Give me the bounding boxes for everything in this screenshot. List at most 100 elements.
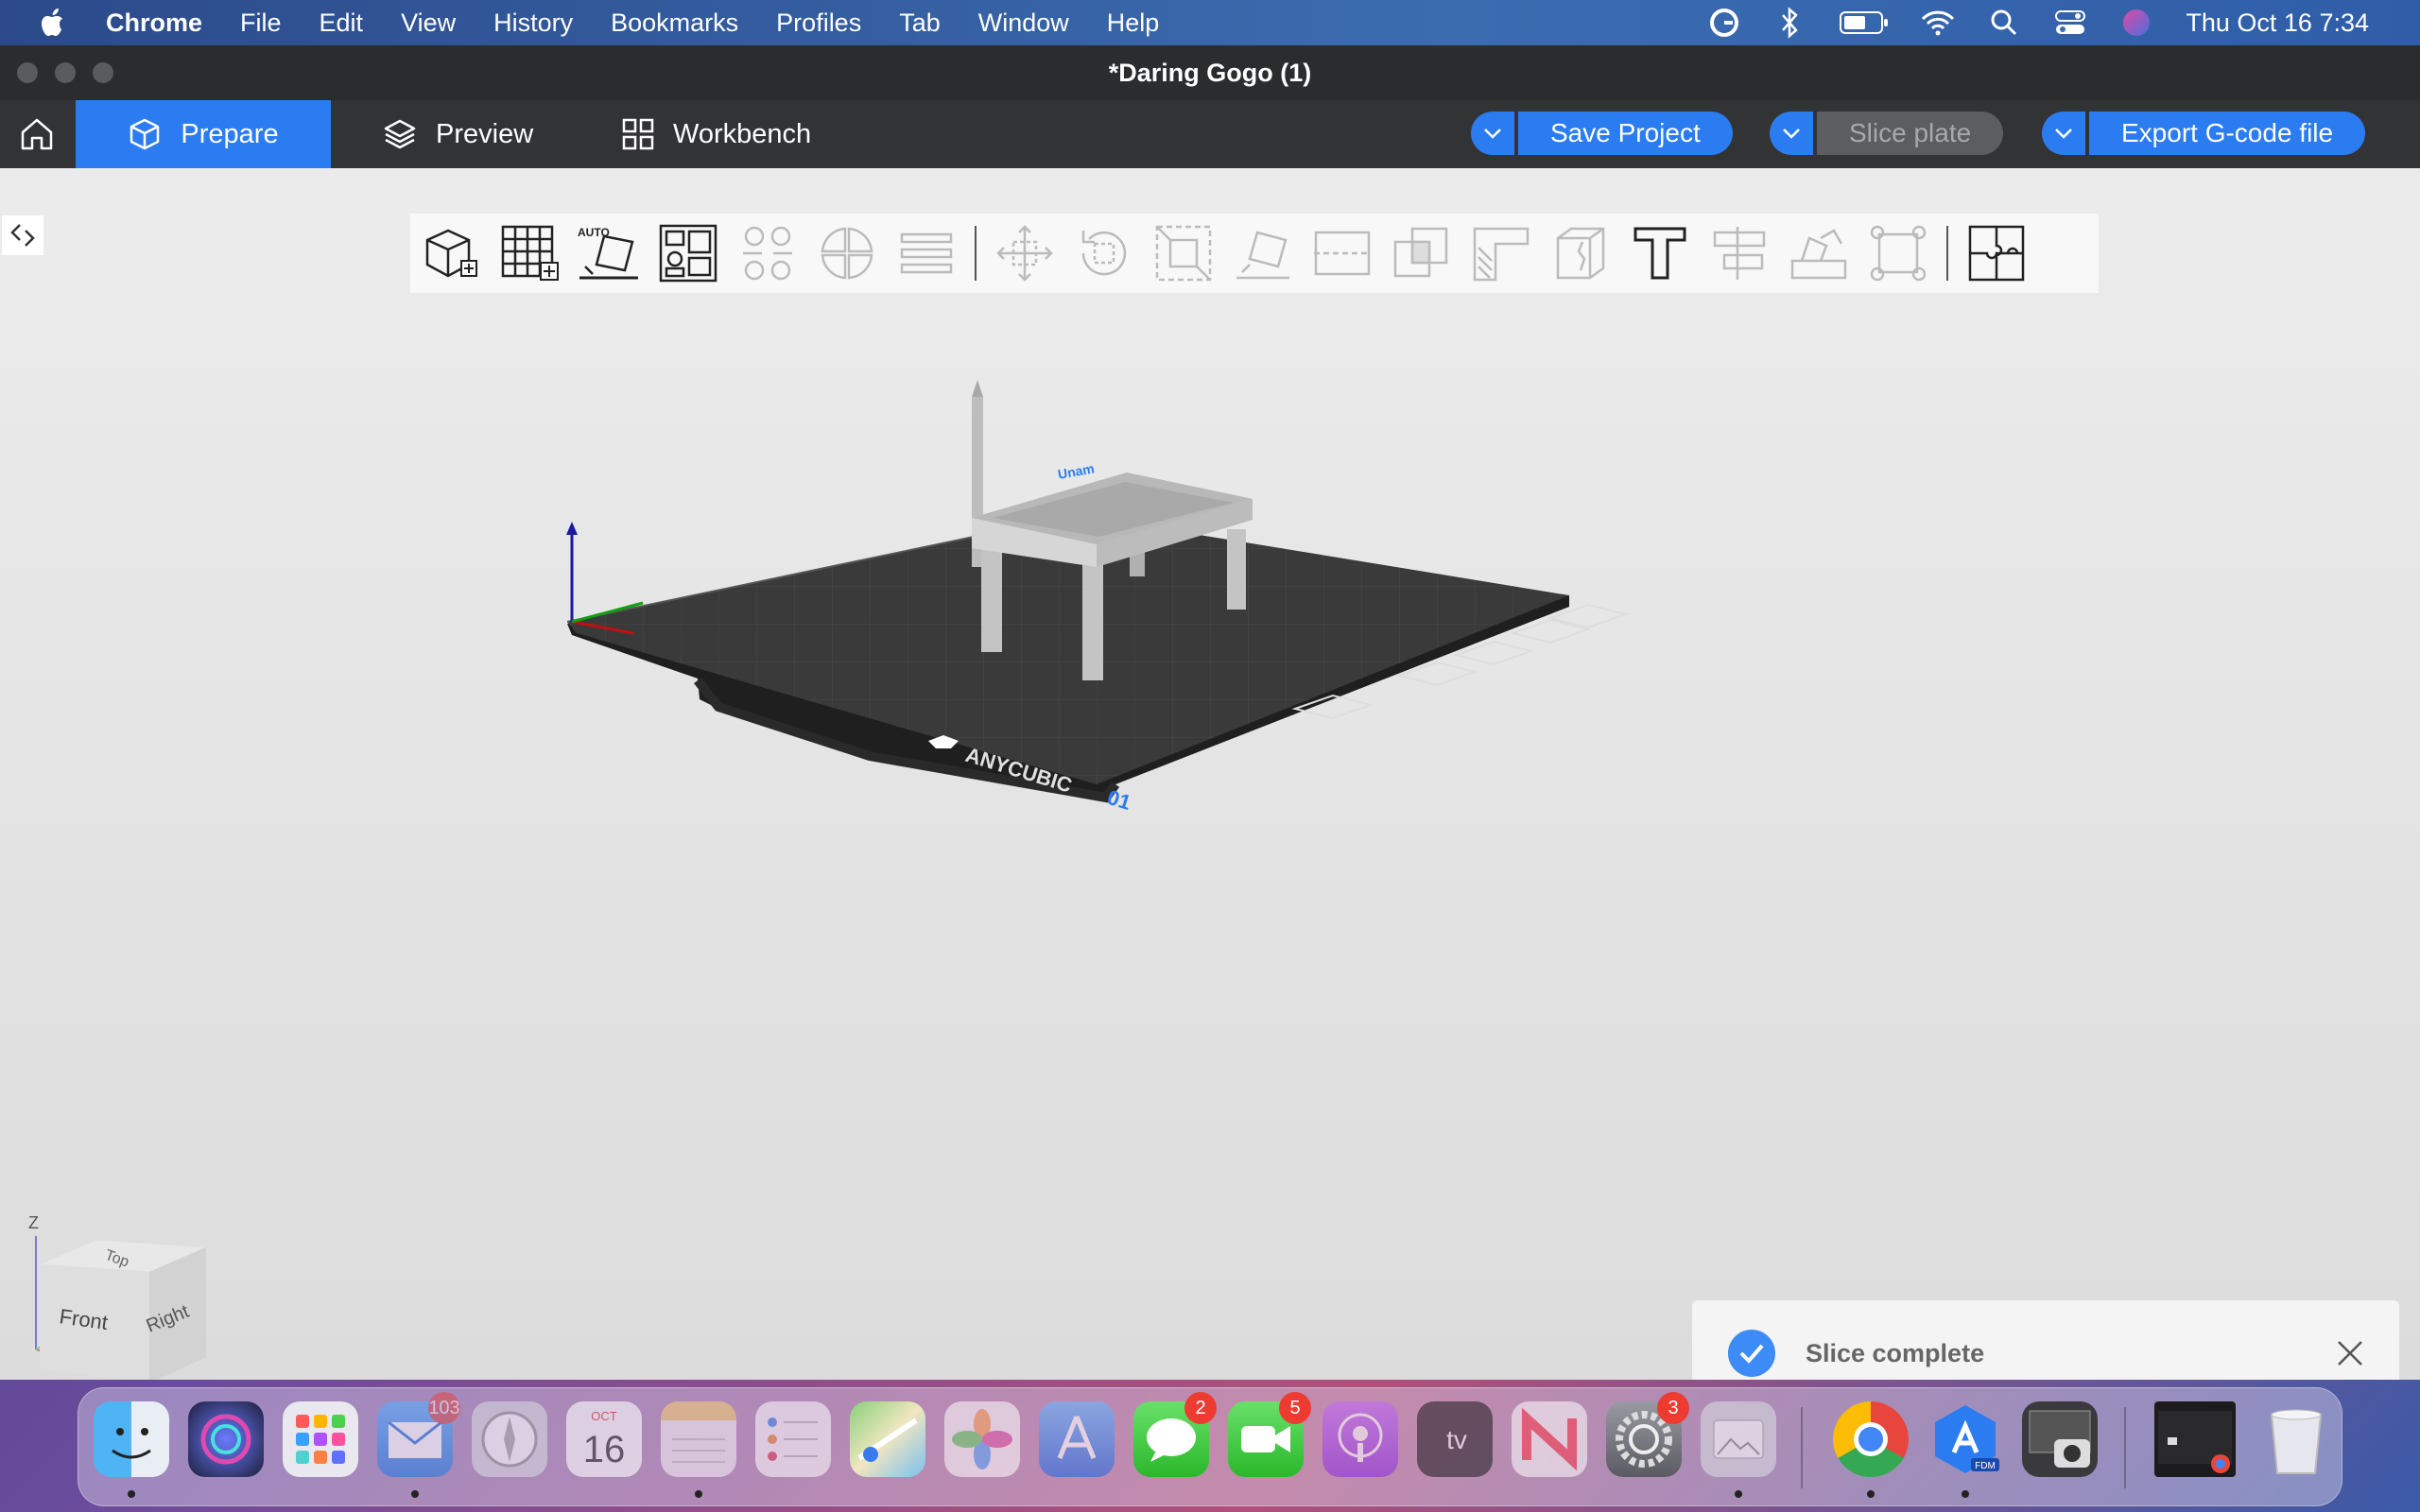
dock-facetime[interactable]: 5	[1228, 1392, 1311, 1477]
dock-tv[interactable]: tv	[1417, 1401, 1493, 1477]
window-thumbnail-icon	[2158, 1411, 2232, 1473]
dock-notes[interactable]	[661, 1401, 736, 1477]
split-objects-button[interactable]	[728, 214, 807, 293]
dock-podcasts[interactable]	[1322, 1401, 1398, 1477]
bluetooth-icon[interactable]	[1773, 6, 1807, 40]
menu-profiles[interactable]: Profiles	[776, 9, 861, 38]
dock-mail[interactable]: 103	[377, 1392, 460, 1477]
dock-maps[interactable]	[850, 1401, 925, 1477]
search-icon[interactable]	[1987, 6, 2021, 40]
dock-photos[interactable]	[944, 1401, 1020, 1477]
menu-edit[interactable]: Edit	[320, 9, 364, 38]
save-project-split: Save Project	[1471, 112, 1733, 155]
dock-recent-window[interactable]	[2154, 1401, 2236, 1477]
tab-preview[interactable]: Preview	[383, 100, 533, 168]
dock-trash[interactable]	[2258, 1401, 2334, 1477]
export-gcode-button[interactable]: Export G-code file	[2089, 112, 2366, 155]
toast-message: Slice complete	[1806, 1338, 1985, 1367]
measure-tool-button[interactable]	[1700, 214, 1779, 293]
siri-icon[interactable]	[2119, 6, 2153, 40]
grammarly-icon[interactable]	[1707, 6, 1741, 40]
menu-bookmarks[interactable]: Bookmarks	[611, 9, 738, 38]
scale-icon	[1155, 225, 1212, 282]
battery-icon[interactable]	[1840, 6, 1889, 40]
anycubic-slicer-icon: FDM	[1935, 1405, 1999, 1473]
toolbar-collapse-button[interactable]	[2, 215, 43, 255]
split-parts-button[interactable]	[807, 214, 887, 293]
tab-preview-label: Preview	[436, 118, 534, 149]
dock-messages[interactable]: 2	[1133, 1392, 1217, 1477]
control-center-icon[interactable]	[2053, 6, 2087, 40]
clock[interactable]: Thu Oct 16 7:34	[2186, 9, 2369, 38]
split-objects-icon	[743, 226, 792, 281]
dock-system-settings[interactable]: 3	[1606, 1392, 1689, 1477]
mesh-frame-icon	[1870, 225, 1927, 282]
support-paint-button[interactable]	[1461, 214, 1541, 293]
home-icon	[21, 118, 53, 150]
dock-anycubic-slicer[interactable]: FDM	[1927, 1401, 2003, 1477]
tab-workbench[interactable]: Workbench	[622, 100, 811, 168]
apple-icon[interactable]	[40, 7, 68, 39]
plugin-button[interactable]	[1957, 214, 2036, 293]
menu-tab[interactable]: Tab	[899, 9, 941, 38]
menu-file[interactable]: File	[240, 9, 282, 38]
menu-bar: Chrome File Edit View History Bookmarks …	[0, 0, 2420, 45]
export-options-dropdown[interactable]	[2042, 112, 2085, 155]
tab-prepare[interactable]: Prepare	[76, 100, 331, 168]
slice-plate-split: Slice plate	[1770, 112, 2004, 155]
notes-icon	[672, 1438, 725, 1463]
dock: 103 OCT 16 2 5 tv 3 FDM	[78, 1387, 2342, 1506]
running-indicator	[695, 1490, 702, 1498]
rotate-tool-button[interactable]	[1064, 214, 1144, 293]
add-plate-button[interactable]	[490, 214, 569, 293]
text-t-icon	[1634, 227, 1686, 280]
dock-calendar[interactable]: OCT 16	[566, 1401, 642, 1477]
wifi-icon[interactable]	[1921, 6, 1955, 40]
scale-tool-button[interactable]	[1144, 214, 1223, 293]
view-cube[interactable]: Z X Top Front Right	[19, 1210, 208, 1380]
dock-safari[interactable]	[472, 1401, 547, 1477]
settings-badge: 3	[1657, 1392, 1689, 1424]
dock-separator	[2124, 1407, 2126, 1488]
variable-layer-icon	[900, 232, 953, 274]
slice-plate-button[interactable]: Slice plate	[1817, 112, 2004, 155]
puzzle-icon	[1968, 225, 2025, 282]
seam-paint-button[interactable]	[1541, 214, 1620, 293]
menu-view[interactable]: View	[401, 9, 456, 38]
menu-chrome[interactable]: Chrome	[106, 9, 202, 38]
boolean-tool-button[interactable]	[1382, 214, 1461, 293]
save-project-button[interactable]: Save Project	[1518, 112, 1733, 155]
measure-icon	[1713, 227, 1766, 280]
lay-on-face-button[interactable]	[1223, 214, 1303, 293]
menu-help[interactable]: Help	[1107, 9, 1160, 38]
running-indicator	[128, 1490, 135, 1498]
running-indicator	[1867, 1490, 1875, 1498]
dock-preview[interactable]	[1701, 1401, 1776, 1477]
layers-button[interactable]	[887, 214, 966, 293]
save-options-dropdown[interactable]	[1471, 112, 1514, 155]
text-tool-button[interactable]	[1620, 214, 1700, 293]
assembly-button[interactable]	[1779, 214, 1858, 293]
dock-screenshot[interactable]	[2022, 1401, 2098, 1477]
add-object-button[interactable]	[410, 214, 490, 293]
home-button[interactable]	[0, 100, 74, 168]
dock-finder[interactable]	[94, 1401, 169, 1477]
window-title: *Daring Gogo (1)	[1108, 59, 1312, 87]
dock-news[interactable]	[1512, 1401, 1587, 1477]
menu-history[interactable]: History	[493, 9, 573, 38]
mesh-repair-button[interactable]	[1858, 214, 1938, 293]
arrange-button[interactable]	[648, 214, 728, 293]
menu-window[interactable]: Window	[978, 9, 1069, 38]
dock-chrome[interactable]	[1833, 1401, 1909, 1477]
cut-tool-button[interactable]	[1303, 214, 1382, 293]
dock-reminders[interactable]	[755, 1401, 831, 1477]
dock-siri[interactable]	[188, 1401, 264, 1477]
tab-workbench-label: Workbench	[673, 118, 812, 149]
close-icon[interactable]	[2335, 1338, 2365, 1368]
move-tool-button[interactable]	[985, 214, 1064, 293]
slice-options-dropdown[interactable]	[1770, 112, 1813, 155]
dock-app-store[interactable]	[1039, 1401, 1115, 1477]
3d-viewport[interactable]: ANYCUBIC 01 Unam	[0, 246, 2420, 1380]
dock-launchpad[interactable]	[283, 1401, 358, 1477]
auto-orient-button[interactable]: AUTO	[569, 214, 648, 293]
